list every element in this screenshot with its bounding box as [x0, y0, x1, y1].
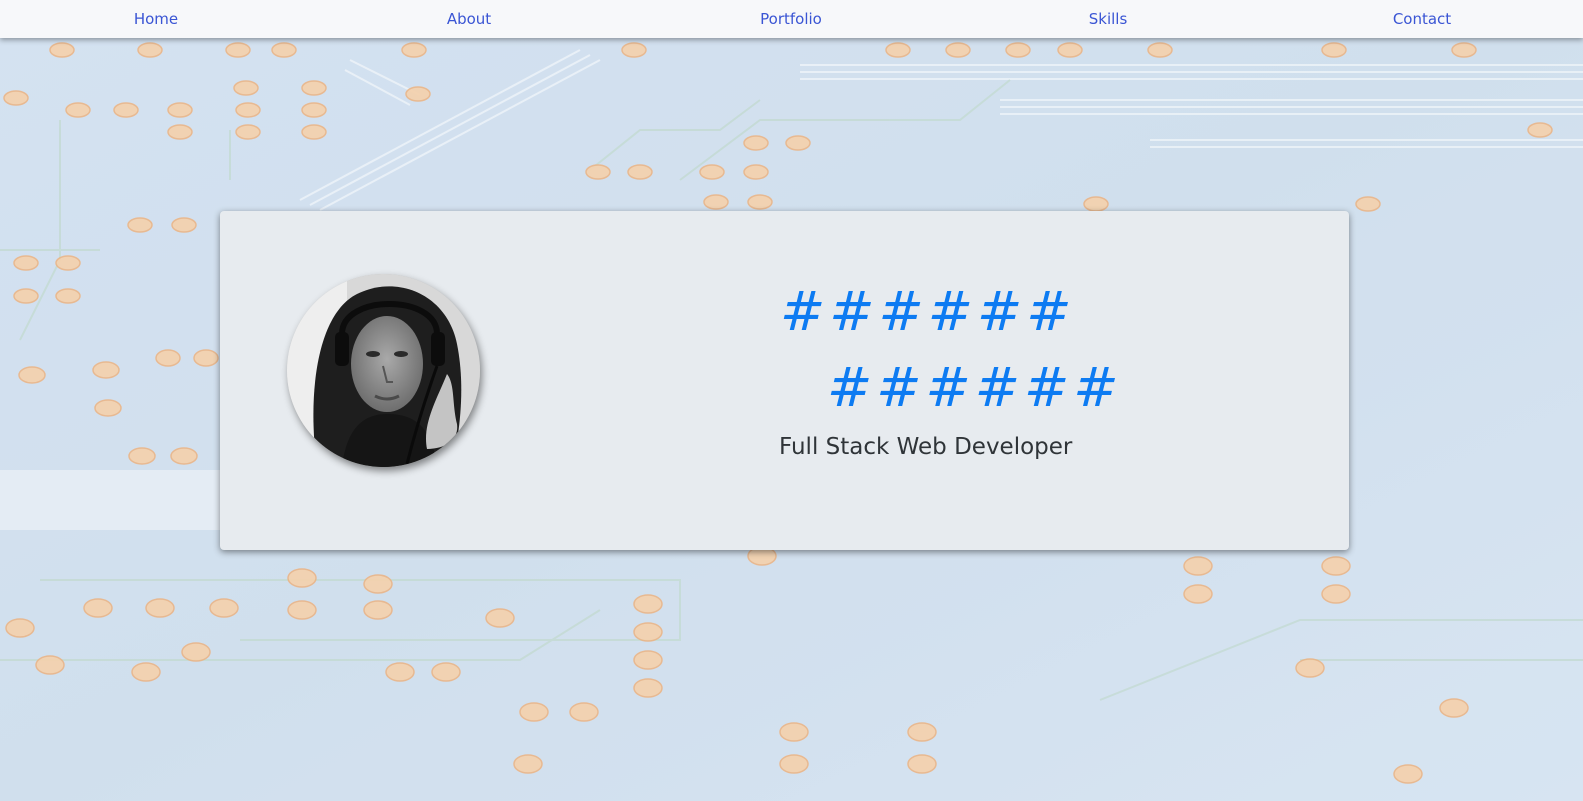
nav-link-contact[interactable]: Contact	[1393, 0, 1451, 38]
nav-link-portfolio[interactable]: Portfolio	[760, 0, 822, 38]
top-navbar: Home About Portfolio Skills Contact	[0, 0, 1583, 38]
hero-heading-line-2: ######	[827, 356, 1123, 419]
hero-heading-line-1: ######	[780, 280, 1076, 343]
nav-link-skills[interactable]: Skills	[1089, 0, 1128, 38]
nav-link-home[interactable]: Home	[134, 0, 178, 38]
hero-card: ###### ###### Full Stack Web Developer	[220, 211, 1349, 550]
profile-avatar	[287, 274, 480, 467]
nav-link-about[interactable]: About	[447, 0, 491, 38]
hero-subtitle: Full Stack Web Developer	[779, 434, 1073, 460]
